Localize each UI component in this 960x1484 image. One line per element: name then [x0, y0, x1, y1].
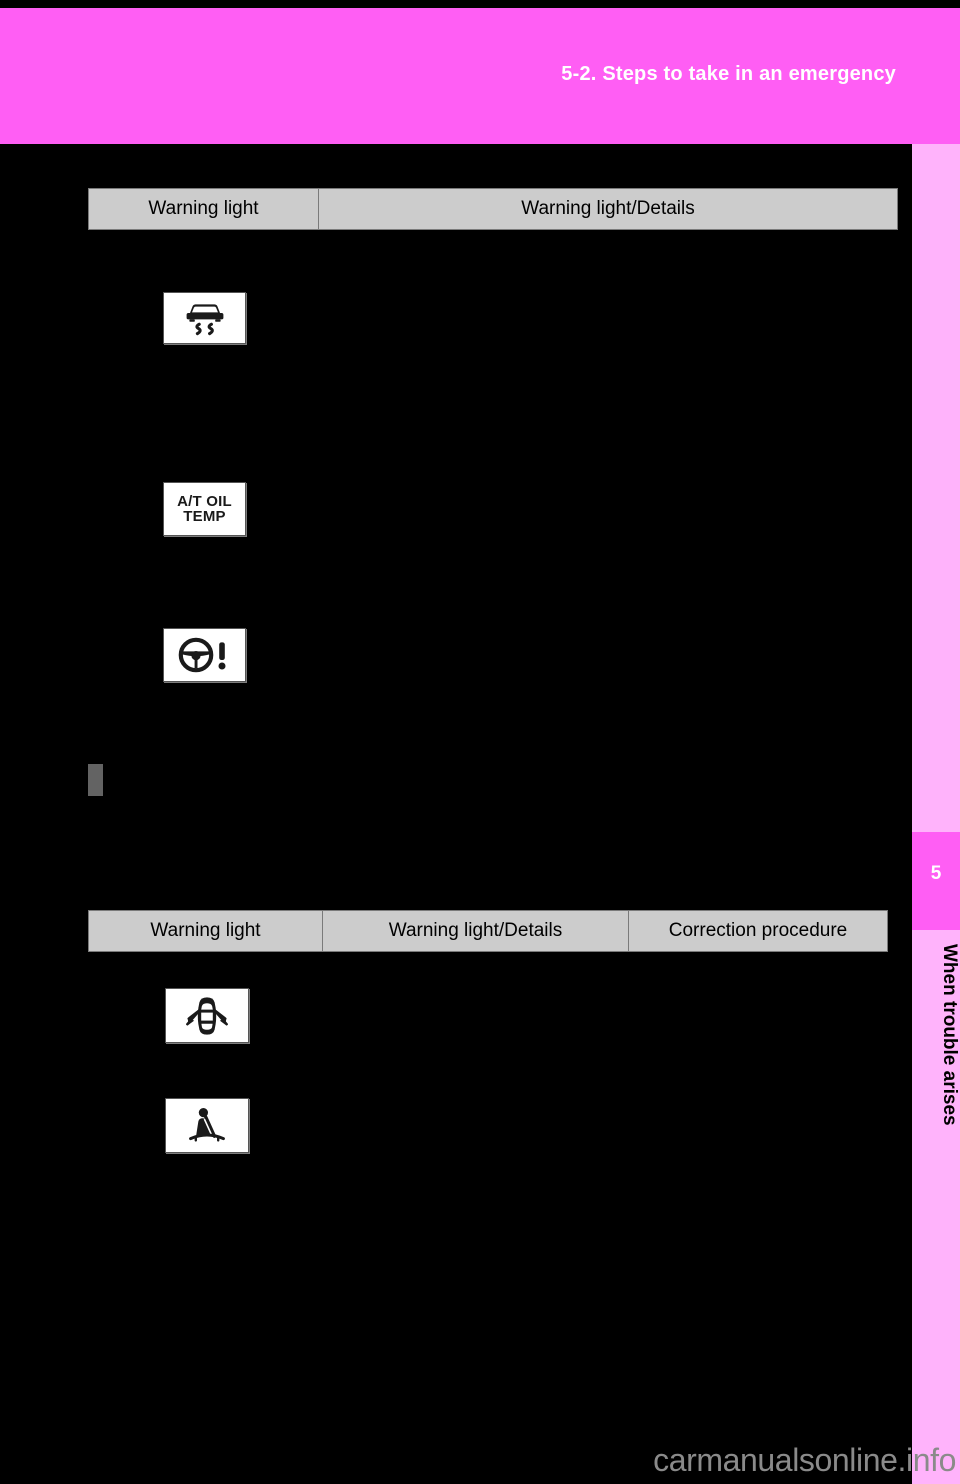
at-oil-temp-warning-icon: A/T OIL TEMP: [163, 482, 246, 536]
warning-light-table-1-header: Warning light Warning light/Details: [88, 188, 898, 230]
at-oil-temp-line-2: TEMP: [183, 508, 226, 525]
chapter-label: When trouble arises: [939, 944, 960, 1126]
column-header-correction-procedure: Correction procedure: [668, 920, 848, 941]
at-oil-temp-line-1: A/T OIL: [177, 492, 232, 510]
at-oil-temp-label: A/T OIL TEMP: [177, 492, 232, 525]
chapter-number: 5: [930, 863, 942, 884]
column-header-warning-light: Warning light: [89, 189, 319, 229]
chapter-side-tab: [912, 144, 960, 1484]
column-header-warning-light-details-2: Warning light/Details: [323, 911, 629, 951]
vsc-skid-warning-icon: [163, 292, 246, 344]
site-watermark: carmanualsonline.info: [653, 1442, 956, 1478]
open-door-warning-icon: [165, 988, 249, 1043]
seat-belt-reminder-icon: [165, 1098, 249, 1153]
column-header-warning-light-details: Warning light/Details: [521, 198, 695, 219]
eps-steering-warning-icon: [163, 628, 246, 682]
warning-light-table-2-header: Warning light Warning light/Details Corr…: [88, 910, 888, 952]
page-title: 5-2. Steps to take in an emergency: [561, 63, 896, 85]
page-header-band: 5-2. Steps to take in an emergency: [0, 8, 960, 144]
open-door-warning-glyph: [186, 996, 228, 1035]
column-header-warning-light-2: Warning light: [89, 911, 323, 951]
eps-steering-warning-glyph: [178, 637, 225, 673]
vsc-skid-warning-glyph: [186, 304, 223, 336]
seat-belt-reminder-glyph: [189, 1107, 225, 1142]
section-marker: [88, 764, 103, 796]
manual-page: 5-2. Steps to take in an emergency 5 Whe…: [0, 0, 960, 1484]
